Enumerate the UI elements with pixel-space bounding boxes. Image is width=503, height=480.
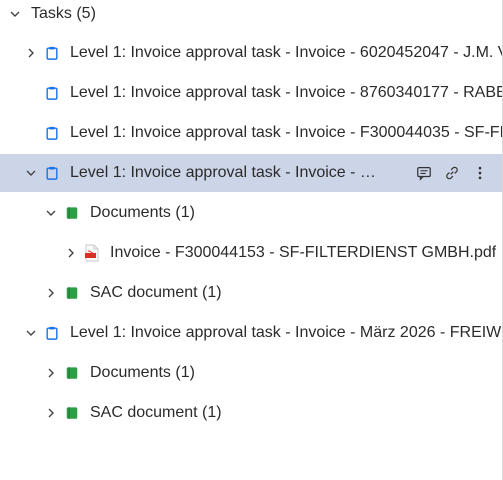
chevron-down-icon[interactable] xyxy=(8,7,22,21)
tree-item-task-3[interactable]: Level 1: Invoice approval task - Invoice… xyxy=(0,114,503,152)
row-actions xyxy=(415,154,489,192)
task-label: Level 1: Invoice approval task - Invoice… xyxy=(70,124,503,141)
task-label: Level 1: Invoice approval task - Invoice… xyxy=(70,84,503,101)
chevron-down-icon[interactable] xyxy=(44,206,58,220)
tree-item-sac-document[interactable]: SAC document (1) xyxy=(0,394,503,432)
clipboard-icon xyxy=(44,165,60,181)
pdf-file-icon xyxy=(84,244,100,262)
pdf-file-label: Invoice - F300044153 - SF-FILTERDIENST G… xyxy=(110,244,497,261)
green-book-icon xyxy=(64,205,80,221)
task-label: Level 1: Invoice approval task - Invoice… xyxy=(70,164,380,181)
clipboard-icon xyxy=(44,85,60,101)
tree-item-task-4-selected[interactable]: Level 1: Invoice approval task - Invoice… xyxy=(0,154,503,192)
tree-root-tasks[interactable]: Tasks (5) xyxy=(0,0,503,33)
tree-item-task-1[interactable]: Level 1: Invoice approval task - Invoice… xyxy=(0,34,503,72)
clipboard-icon xyxy=(44,125,60,141)
task-label: Level 1: Invoice approval task - Invoice… xyxy=(70,44,503,61)
chevron-right-icon[interactable] xyxy=(44,366,58,380)
documents-label: Documents (1) xyxy=(90,204,195,221)
documents-label: Documents (1) xyxy=(90,364,195,381)
sac-document-label: SAC document (1) xyxy=(90,284,222,301)
clipboard-icon xyxy=(44,45,60,61)
chevron-down-icon[interactable] xyxy=(24,326,38,340)
comment-icon[interactable] xyxy=(415,164,433,182)
tree-item-task-2[interactable]: Level 1: Invoice approval task - Invoice… xyxy=(0,74,503,112)
tree-item-sac-document[interactable]: SAC document (1) xyxy=(0,274,503,312)
tree-item-documents[interactable]: Documents (1) xyxy=(0,194,503,232)
sac-document-label: SAC document (1) xyxy=(90,404,222,421)
green-book-icon xyxy=(64,285,80,301)
green-book-icon xyxy=(64,405,80,421)
tree-item-documents[interactable]: Documents (1) xyxy=(0,354,503,392)
clipboard-icon xyxy=(44,325,60,341)
more-vertical-icon[interactable] xyxy=(471,164,489,182)
chevron-right-icon[interactable] xyxy=(24,46,38,60)
chevron-right-icon[interactable] xyxy=(44,286,58,300)
chevron-right-icon[interactable] xyxy=(64,246,78,260)
task-tree: Tasks (5) Level 1: Invoice approval task… xyxy=(0,0,503,480)
task-label: Level 1: Invoice approval task - Invoice… xyxy=(70,324,503,341)
tree-item-pdf-file[interactable]: Invoice - F300044153 - SF-FILTERDIENST G… xyxy=(0,234,503,272)
tree-item-task-5[interactable]: Level 1: Invoice approval task - Invoice… xyxy=(0,314,503,352)
green-book-icon xyxy=(64,365,80,381)
tasks-root-label: Tasks (5) xyxy=(31,5,96,22)
chevron-right-icon[interactable] xyxy=(44,406,58,420)
link-icon[interactable] xyxy=(443,164,461,182)
chevron-down-icon[interactable] xyxy=(24,166,38,180)
